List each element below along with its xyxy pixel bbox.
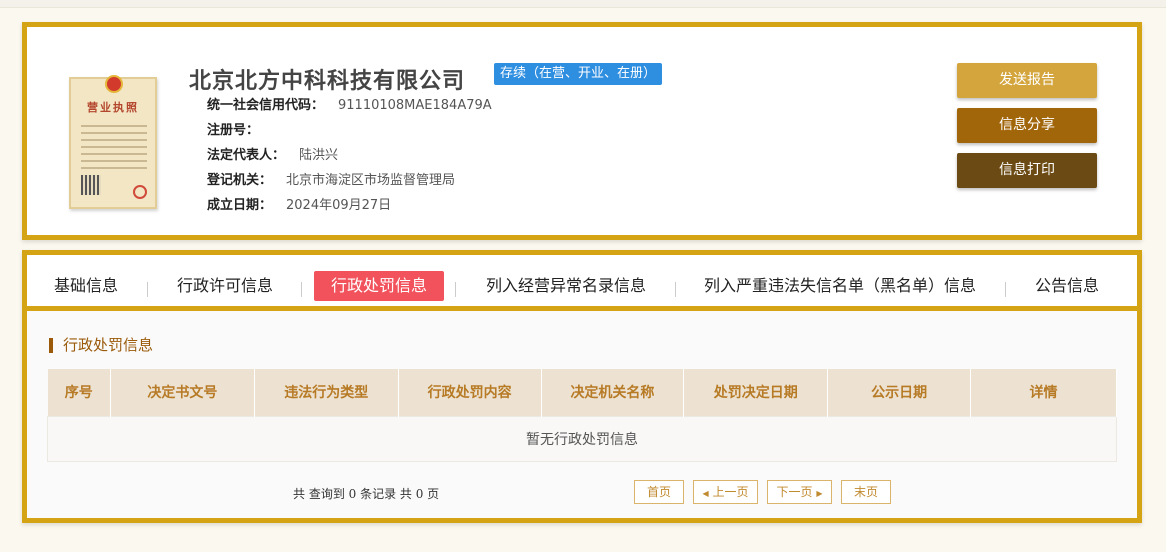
pagination-summary: 共 查询到 0 条记录 共 0 页	[293, 487, 440, 501]
penalty-table: 序号 决定书文号 违法行为类型 行政处罚内容 决定机关名称 处罚决定日期 公示日…	[47, 369, 1117, 462]
first-page-button[interactable]: 首页	[634, 480, 684, 504]
column-header: 处罚决定日期	[683, 369, 829, 416]
tab-announcements[interactable]: 公告信息	[1035, 271, 1099, 301]
field-label: 登记机关：	[207, 173, 273, 188]
share-info-button[interactable]: 信息分享	[957, 108, 1097, 143]
last-page-button[interactable]: 末页	[841, 480, 891, 504]
license-title: 营业执照	[87, 101, 139, 114]
license-text-lines	[81, 125, 147, 174]
business-license-image: 营业执照	[69, 75, 157, 209]
field-value: 91110108MAE184A79A	[338, 98, 492, 113]
tab-bar: 基础信息 行政许可信息 行政处罚信息 列入经营异常名录信息 列入严重违法失信名单…	[27, 255, 1137, 311]
field-registration-number: 注册号：	[207, 118, 492, 143]
column-header: 详情	[970, 369, 1117, 416]
tab-admin-penalty[interactable]: 行政处罚信息	[314, 271, 445, 301]
empty-message: 暂无行政处罚信息	[47, 415, 1117, 462]
column-header: 决定机关名称	[541, 369, 685, 416]
table-row: 暂无行政处罚信息	[47, 415, 1117, 462]
field-legal-representative: 法定代表人： 陆洪兴	[207, 143, 492, 168]
column-header: 决定书文号	[110, 369, 255, 416]
company-info-card: 营业执照 北京北方中科科技有限公司 存续（在营、开业、在册） 统一社会信用代码：…	[22, 22, 1142, 240]
tab-admin-license[interactable]: 行政许可信息	[177, 271, 273, 301]
tab-blacklist[interactable]: 列入严重违法失信名单（黑名单）信息	[704, 271, 976, 301]
tab-separator	[147, 282, 148, 297]
section-title: 行政处罚信息	[49, 338, 153, 353]
field-establishment-date: 成立日期： 2024年09月27日	[207, 193, 492, 218]
company-name: 北京北方中科科技有限公司	[189, 68, 466, 94]
field-credit-code: 统一社会信用代码： 91110108MAE184A79A	[207, 93, 492, 118]
next-page-button[interactable]: 下一页 ▶	[767, 480, 832, 504]
table-header-row: 序号 决定书文号 违法行为类型 行政处罚内容 决定机关名称 处罚决定日期 公示日…	[47, 369, 1117, 416]
status-badge: 存续（在营、开业、在册）	[494, 63, 663, 85]
chevron-left-icon: ◀	[702, 489, 709, 498]
send-report-button[interactable]: 发送报告	[957, 63, 1097, 98]
chevron-right-icon: ▶	[816, 489, 823, 498]
column-header: 序号	[47, 369, 111, 416]
field-label: 成立日期：	[207, 198, 273, 213]
prev-page-button[interactable]: ◀ 上一页	[693, 480, 758, 504]
print-info-button[interactable]: 信息打印	[957, 153, 1097, 188]
column-header: 行政处罚内容	[398, 369, 542, 416]
tab-basic-info[interactable]: 基础信息	[54, 271, 118, 301]
tab-separator	[455, 282, 456, 297]
company-fields: 统一社会信用代码： 91110108MAE184A79A 注册号： 法定代表人： 陆…	[207, 93, 492, 218]
field-label: 统一社会信用代码：	[207, 98, 325, 113]
field-label: 法定代表人：	[207, 148, 286, 163]
details-panel: 基础信息 行政许可信息 行政处罚信息 列入经营异常名录信息 列入严重违法失信名单…	[22, 250, 1142, 523]
tab-separator	[301, 282, 302, 297]
top-bar	[0, 0, 1166, 8]
next-page-label: 下一页	[776, 485, 813, 499]
national-emblem-icon	[105, 75, 123, 93]
tab-separator	[1005, 282, 1006, 297]
qr-code-icon	[81, 175, 101, 195]
prev-page-label: 上一页	[712, 485, 749, 499]
tab-abnormal-operations[interactable]: 列入经营异常名录信息	[486, 271, 646, 301]
tab-separator	[675, 282, 676, 297]
field-value: 2024年09月27日	[286, 198, 392, 213]
seal-icon	[133, 185, 147, 199]
field-registration-authority: 登记机关： 北京市海淀区市场监督管理局	[207, 168, 492, 193]
column-header: 违法行为类型	[254, 369, 399, 416]
field-label: 注册号：	[207, 123, 260, 138]
field-value: 陆洪兴	[299, 148, 339, 163]
field-value: 北京市海淀区市场监督管理局	[286, 173, 456, 188]
column-header: 公示日期	[827, 369, 972, 416]
